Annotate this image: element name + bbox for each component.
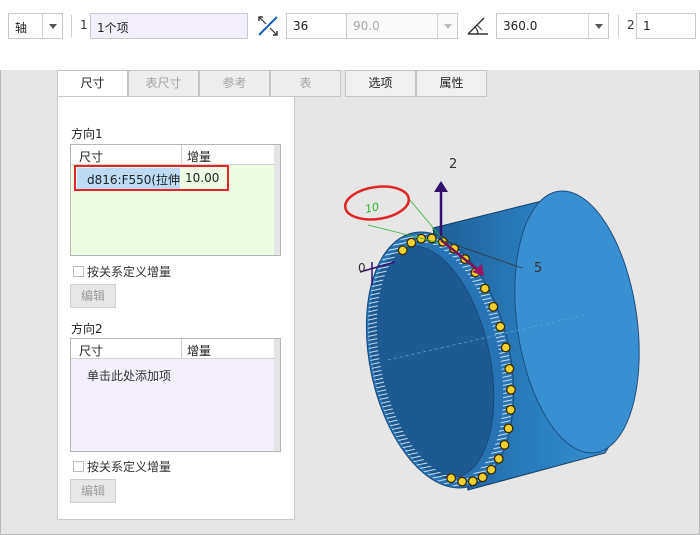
pattern-point[interactable] — [477, 472, 488, 483]
col-increment-header: 增量 — [187, 150, 212, 164]
spacing-icon[interactable] — [255, 13, 281, 39]
tab-table[interactable]: 表 — [270, 70, 341, 97]
chevron-down-icon[interactable] — [588, 14, 608, 38]
member-count-input[interactable]: 36 — [286, 13, 347, 39]
toolbar-separator — [71, 15, 72, 37]
member2-value: 1 — [643, 19, 651, 33]
col-increment-header: 增量 — [187, 344, 212, 358]
angle-increment-value: 90.0 — [353, 19, 380, 33]
pattern-point[interactable] — [499, 439, 510, 450]
pattern-type-select[interactable]: 轴 — [8, 13, 63, 39]
pattern-point[interactable] — [446, 473, 457, 484]
pattern-toolbar: 轴 1 1个项 36 90.0 360.0 2 1 — [0, 0, 700, 70]
pattern-point[interactable] — [495, 321, 506, 332]
axis-label-5: 5 — [534, 261, 542, 276]
axis-arrow-icon — [434, 181, 448, 192]
pattern-point[interactable] — [486, 464, 497, 475]
tab-options[interactable]: 选项 — [345, 70, 416, 97]
member1-index: 1 — [80, 18, 88, 32]
add-item-placeholder[interactable]: 单击此处添加项 — [87, 367, 171, 384]
col-dimension-header: 尺寸 — [79, 344, 104, 358]
tab-dimensions[interactable]: 尺寸 — [57, 70, 128, 98]
toolbar-separator — [618, 15, 619, 37]
direction1-relation-checkbox[interactable] — [73, 266, 84, 277]
pattern-point[interactable] — [457, 476, 468, 487]
pattern-point[interactable] — [479, 283, 490, 294]
dimension-text[interactable]: 10 — [364, 200, 380, 216]
direction2-title: 方向2 — [71, 322, 103, 336]
angle-range-select[interactable]: 360.0 — [496, 13, 609, 39]
axis-label-0: 0 — [358, 261, 366, 275]
table-header: 尺寸 增量 — [71, 145, 280, 165]
direction2-edit-button[interactable]: 编辑 — [70, 479, 116, 503]
angle-increment-select: 90.0 — [346, 13, 458, 39]
pattern-point[interactable] — [503, 423, 514, 434]
pattern-point[interactable] — [493, 453, 504, 464]
pattern-point[interactable] — [500, 342, 511, 353]
direction2-relation-label: 按关系定义增量 — [87, 460, 172, 474]
pattern-point[interactable] — [488, 301, 499, 312]
highlight-box — [74, 165, 229, 191]
pattern-point[interactable] — [406, 237, 417, 248]
tab-reference[interactable]: 参考 — [199, 70, 270, 97]
pattern-point[interactable] — [467, 476, 478, 487]
pattern-point[interactable] — [505, 404, 516, 415]
model-viewport[interactable]: 2 5 0 10 — [300, 98, 698, 534]
member1-value: 1个项 — [97, 21, 129, 35]
pattern-point[interactable] — [504, 363, 515, 374]
pattern-point[interactable] — [506, 384, 516, 395]
axis-label-2: 2 — [449, 157, 457, 172]
member-count-value: 36 — [293, 19, 309, 33]
scrollbar[interactable] — [274, 145, 280, 255]
chevron-down-icon[interactable] — [42, 14, 62, 38]
direction2-relation-checkbox[interactable] — [73, 461, 84, 472]
table-header: 尺寸 增量 — [71, 339, 280, 359]
scrollbar[interactable] — [274, 339, 280, 451]
col-dimension-header: 尺寸 — [79, 150, 104, 164]
angle-range-value: 360.0 — [503, 19, 538, 33]
direction1-relation-label: 按关系定义增量 — [87, 265, 172, 279]
tab-properties[interactable]: 属性 — [416, 70, 487, 97]
direction1-table[interactable]: 尺寸 增量 d816:F550(拉伸_ 10.00 — [70, 144, 281, 256]
member1-collector[interactable]: 1个项 — [90, 13, 248, 39]
member2-index: 2 — [627, 18, 635, 32]
pattern-point[interactable] — [397, 245, 408, 256]
tab-table-dimensions[interactable]: 表尺寸 — [128, 70, 199, 97]
dimensions-panel: 方向1 尺寸 增量 d816:F550(拉伸_ 10.00 按关系定义增量 编辑… — [57, 96, 295, 520]
pattern-type-value: 轴 — [15, 21, 28, 35]
direction1-edit-button[interactable]: 编辑 — [70, 284, 116, 308]
direction1-title: 方向1 — [71, 127, 103, 141]
angle-range-icon[interactable] — [465, 13, 491, 39]
member2-input[interactable]: 1 — [636, 13, 696, 39]
chevron-down-icon — [437, 14, 457, 38]
direction2-table[interactable]: 尺寸 增量 单击此处添加项 — [70, 338, 281, 452]
